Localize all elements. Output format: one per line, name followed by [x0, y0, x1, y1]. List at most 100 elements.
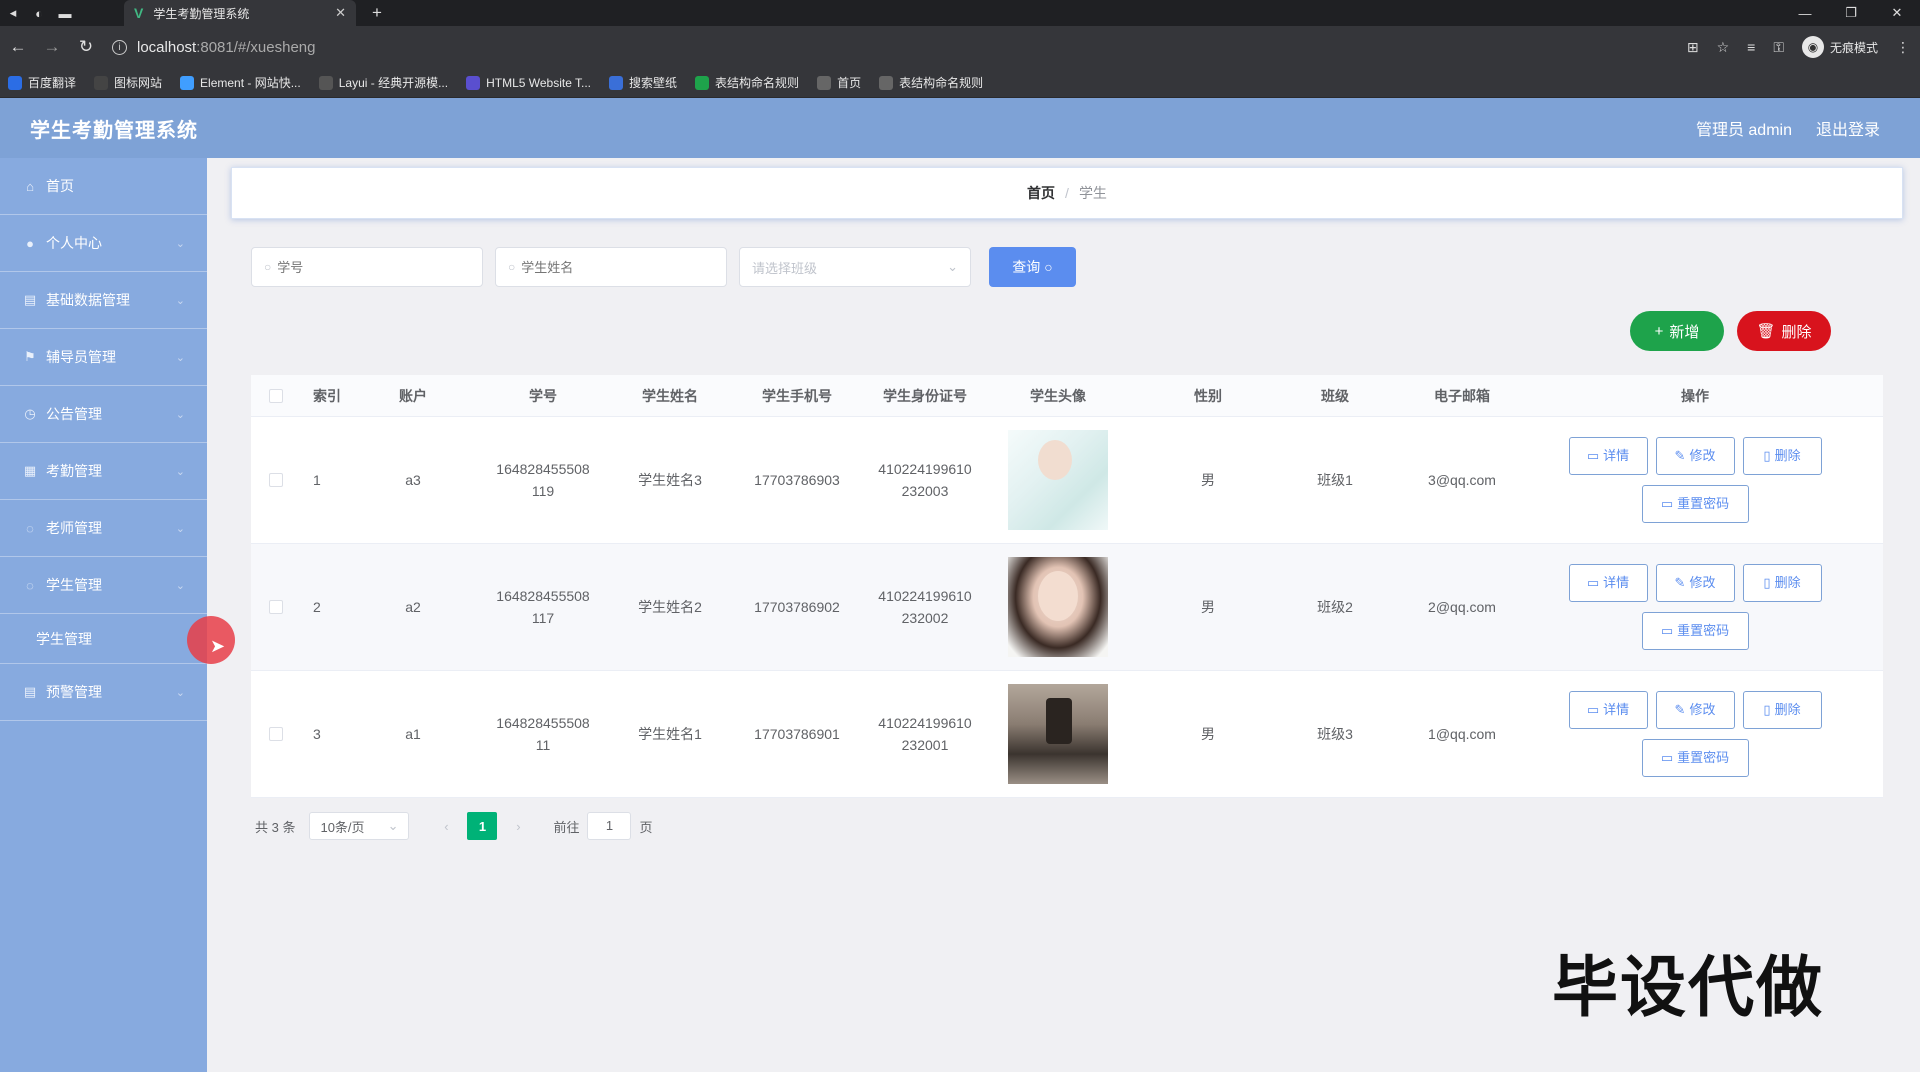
next-page-button[interactable]: › [503, 812, 533, 840]
breadcrumb-separator: / [1065, 185, 1069, 201]
bookmark-label: HTML5 Website T... [486, 75, 592, 90]
sidebar-item[interactable]: ◌ 老师管理 ⌄ [0, 500, 207, 557]
bookmark-item[interactable]: 搜索壁纸 [609, 74, 677, 91]
edit-button[interactable]: ✎ 修改 [1655, 437, 1735, 475]
row-checkbox[interactable] [269, 600, 283, 614]
cell-student-no: 164828455508 117 [473, 585, 613, 629]
student-no-input[interactable] [277, 259, 458, 275]
watermark-text: 毕设代做 [1552, 949, 1824, 1026]
sidebar-item[interactable]: ▦ 考勤管理 ⌄ [0, 443, 207, 500]
select-all-checkbox[interactable] [269, 388, 283, 403]
page-number-current[interactable]: 1 [467, 812, 498, 840]
site-info-icon[interactable]: i [112, 39, 127, 55]
sidebar-item-label: 预警管理 [46, 684, 102, 700]
logout-link[interactable]: 退出登录 [1816, 116, 1880, 140]
cell-student-no: 164828455508 119 [473, 458, 613, 502]
list-icon: ▤ [23, 684, 37, 699]
globe-icon[interactable]: ◐ [26, 0, 52, 26]
column-header: 学号 [529, 387, 557, 404]
bookmark-item[interactable]: 表结构命名规则 [695, 74, 799, 91]
sidebar-item[interactable]: ◌ 学生管理 ⌄ [0, 557, 207, 614]
sidebar-item[interactable]: ⚑ 辅导员管理 ⌄ [0, 329, 207, 386]
detail-button[interactable]: ▭ 详情 [1568, 564, 1648, 602]
list-icon: ▤ [23, 292, 37, 307]
delete-row-button-label: 删除 [1774, 702, 1801, 717]
id-number-line2: 232003 [901, 483, 949, 499]
address-bar-actions: ⊞ ☆ ≡ ⚿ ◉ 无痕模式 ⋮ [1687, 26, 1910, 68]
student-name-input[interactable] [521, 259, 702, 275]
pagination-total: 共 3 条 [255, 819, 296, 835]
bookmark-item[interactable]: HTML5 Website T... [466, 75, 592, 90]
translate-icon[interactable]: ⊞ [1687, 39, 1699, 56]
breadcrumb-home[interactable]: 首页 [1027, 183, 1055, 203]
reset-password-button[interactable]: ▭ 重置密码 [1641, 485, 1749, 523]
sidebar-item[interactable]: ◷ 公告管理 ⌄ [0, 386, 207, 443]
edit-button[interactable]: ✎ 修改 [1655, 691, 1735, 729]
forward-icon[interactable]: → [36, 31, 68, 63]
sidebar-item[interactable]: ⌂ 首页 [0, 158, 207, 215]
browser-tab-title: 学生考勤管理系统 [153, 6, 250, 21]
delete-row-button[interactable]: ▯ 删除 [1742, 691, 1822, 729]
column-header: 性别 [1194, 387, 1222, 404]
delete-row-button[interactable]: ▯ 删除 [1742, 437, 1822, 475]
detail-button-label: 详情 [1603, 575, 1630, 590]
page-size-select[interactable]: 10条/页 ⌄ [309, 812, 410, 840]
student-no-line2: 11 [535, 737, 551, 753]
tab-close-icon[interactable]: ✕ [335, 5, 346, 21]
column-header: 操作 [1681, 387, 1709, 404]
edit-button[interactable]: ✎ 修改 [1655, 564, 1735, 602]
goto-label: 前往 [553, 819, 580, 835]
reset-password-button[interactable]: ▭ 重置密码 [1641, 612, 1749, 650]
restore-icon[interactable]: ❐ [1828, 0, 1874, 26]
sidebar-item-label: 个人中心 [46, 235, 102, 251]
browser-tab-active[interactable]: V 学生考勤管理系统 ✕ [124, 0, 356, 26]
minimize-icon[interactable]: — [1782, 0, 1828, 26]
sidebar-subitem-student-manage[interactable]: 学生管理 [0, 614, 207, 664]
delete-row-button[interactable]: ▯ 删除 [1742, 564, 1822, 602]
sidebar-item-label: 首页 [46, 178, 74, 194]
more-menu-icon[interactable]: ⋮ [1896, 39, 1910, 56]
row-select-cell [251, 727, 301, 741]
close-window-icon[interactable]: ✕ [1874, 0, 1920, 26]
tab-strip-icon[interactable]: ▬ [52, 0, 78, 26]
detail-button[interactable]: ▭ 详情 [1568, 691, 1648, 729]
add-button[interactable]: + 新增 [1630, 311, 1724, 351]
bookmark-item[interactable]: 首页 [817, 74, 861, 91]
sidebar-item[interactable]: ▤ 预警管理 ⌄ [0, 664, 207, 721]
url-field[interactable]: i localhost:8081/#/xuesheng [112, 33, 315, 61]
reset-password-button[interactable]: ▭ 重置密码 [1641, 739, 1749, 777]
row-select-cell [251, 473, 301, 487]
bookmark-item[interactable]: Element - 网站快... [180, 74, 301, 91]
bookmark-item[interactable]: 表结构命名规则 [879, 74, 983, 91]
bookmark-label: Layui - 经典开源模... [338, 76, 449, 90]
query-button[interactable]: 查询 ○ [989, 247, 1076, 287]
bookmark-item[interactable]: Layui - 经典开源模... [318, 74, 449, 91]
bookmark-label: Element - 网站快... [200, 76, 301, 90]
reload-icon[interactable]: ↻ [70, 31, 102, 63]
class-select[interactable]: 请选择班级 ⌄ [739, 247, 971, 287]
new-tab-button[interactable]: + [372, 0, 382, 26]
sidebar-item[interactable]: ● 个人中心 ⌄ [0, 215, 207, 272]
row-checkbox[interactable] [269, 727, 283, 741]
key-icon[interactable]: ⚿ [1773, 39, 1784, 56]
detail-button[interactable]: ▭ 详情 [1568, 437, 1648, 475]
prev-page-button[interactable]: ‹ [431, 812, 461, 840]
speaker-icon[interactable]: ◂ [0, 0, 26, 26]
id-number-line1: 410224199610 [878, 588, 972, 604]
sidebar-item[interactable]: ▤ 基础数据管理 ⌄ [0, 272, 207, 329]
avatar-face-shape [1038, 571, 1078, 621]
table-row: 1 a3 164828455508 119 学生姓名3 17703786903 4… [251, 417, 1883, 544]
back-icon[interactable]: ← [2, 31, 34, 63]
row-checkbox[interactable] [269, 473, 283, 487]
table-row: 3 a1 164828455508 11 学生姓名1 17703786901 41… [251, 671, 1883, 798]
reading-list-icon[interactable]: ≡ [1747, 39, 1755, 55]
bookmark-item[interactable]: 百度翻译 [8, 74, 76, 91]
bookmark-item[interactable]: 图标网站 [94, 74, 162, 91]
bookmark-favicon-icon [94, 75, 109, 90]
plus-icon: + [1654, 322, 1664, 340]
incognito-indicator[interactable]: ◉ 无痕模式 [1801, 36, 1878, 58]
goto-page-input[interactable]: 1 [587, 812, 632, 840]
batch-delete-button[interactable]: 🗑 删除 [1737, 311, 1831, 351]
star-icon[interactable]: ☆ [1717, 39, 1730, 56]
clock-icon: ◷ [24, 406, 36, 421]
